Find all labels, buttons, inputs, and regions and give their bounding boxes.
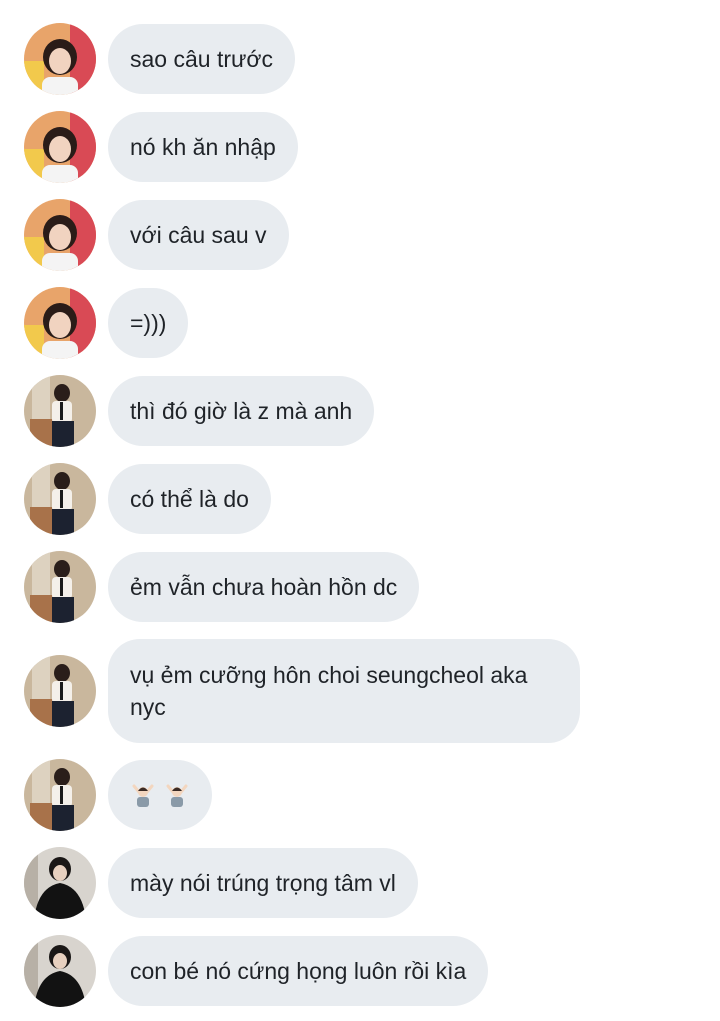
person-gesturing-ok-icon [166, 784, 188, 807]
man-seated-avatar[interactable] [24, 551, 96, 623]
message-row: với câu sau v [24, 199, 289, 271]
message-bubble[interactable]: 🙆🏻‍♂️🙆🏻‍♂️ [108, 760, 212, 830]
message-row: 🙆🏻‍♂️🙆🏻‍♂️ [24, 759, 212, 831]
message-bubble[interactable]: vụ ẻm cưỡng hôn choi seungcheol aka nyc [108, 639, 580, 743]
man-seated-avatar[interactable] [24, 463, 96, 535]
message-bubble[interactable]: với câu sau v [108, 200, 289, 270]
message-row: nó kh ăn nhập [24, 111, 298, 183]
message-row: =))) [24, 287, 189, 359]
message-bubble[interactable]: sao câu trước [108, 24, 295, 94]
man-black-avatar[interactable] [24, 847, 96, 919]
girl-pink-avatar[interactable] [24, 287, 96, 359]
message-bubble[interactable]: =))) [108, 288, 189, 358]
message-bubble[interactable]: ẻm vẫn chưa hoàn hồn dc [108, 552, 420, 622]
message-row: ẻm vẫn chưa hoàn hồn dc [24, 551, 420, 623]
message-row: vụ ẻm cưỡng hôn choi seungcheol aka nyc [24, 639, 580, 743]
message-row: có thể là do [24, 463, 271, 535]
man-seated-avatar[interactable] [24, 655, 96, 727]
man-black-avatar[interactable] [24, 935, 96, 1007]
message-row: thì đó giờ là z mà anh [24, 375, 375, 447]
message-row: mày nói trúng trọng tâm vl [24, 847, 418, 919]
message-bubble[interactable]: có thể là do [108, 464, 271, 534]
message-row: sao câu trước [24, 23, 295, 95]
message-bubble[interactable]: mày nói trúng trọng tâm vl [108, 848, 418, 918]
person-gesturing-ok-icon [132, 784, 154, 807]
girl-pink-avatar[interactable] [24, 199, 96, 271]
girl-pink-avatar[interactable] [24, 23, 96, 95]
man-seated-avatar[interactable] [24, 759, 96, 831]
message-bubble[interactable]: thì đó giờ là z mà anh [108, 376, 375, 446]
message-bubble[interactable]: nó kh ăn nhập [108, 112, 298, 182]
girl-pink-avatar[interactable] [24, 111, 96, 183]
message-bubble[interactable]: con bé nó cứng họng luôn rồi kìa [108, 936, 489, 1006]
man-seated-avatar[interactable] [24, 375, 96, 447]
message-row: con bé nó cứng họng luôn rồi kìa [24, 935, 489, 1007]
emoji-row: 🙆🏻‍♂️🙆🏻‍♂️ [130, 779, 190, 811]
